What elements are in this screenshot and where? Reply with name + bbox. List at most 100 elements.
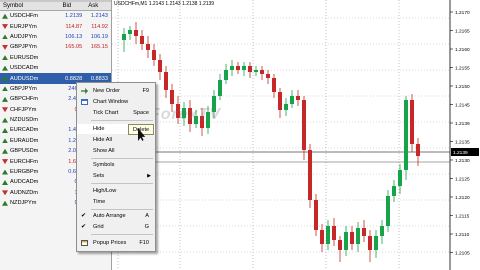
- menu-label: Hide All: [93, 137, 112, 143]
- menu-label: Time: [93, 199, 106, 205]
- price-up-icon: [2, 34, 8, 40]
- chart-header-text: USDCHFm,M1 1.2143 1.2143 1.2138 1.2139: [114, 1, 214, 7]
- price-tick-label: 1.2165: [455, 29, 470, 35]
- candle-body: [254, 70, 258, 72]
- price-up-icon: [2, 86, 8, 92]
- chart-background: [112, 0, 480, 270]
- price-tick-label: 1.2120: [455, 195, 470, 201]
- candle-body: [350, 232, 354, 244]
- price-up-icon: [2, 148, 8, 154]
- price-tick-label: 1.2125: [455, 177, 470, 183]
- candle-body: [158, 60, 162, 72]
- symbol-cell: GBPCHFm: [0, 96, 59, 102]
- menu-item-symbols[interactable]: Symbols: [77, 160, 155, 170]
- symbol-name: USDCADm: [10, 65, 39, 72]
- price-tick-label: 1.2155: [455, 66, 470, 72]
- candle-body: [152, 50, 156, 60]
- bid-column-header[interactable]: Bid: [59, 3, 85, 9]
- symbol-cell: AUDNZDm: [0, 190, 59, 196]
- price-up-icon: [2, 179, 8, 185]
- bid-cell: 0.8828: [65, 75, 83, 82]
- new-order-icon: [81, 88, 88, 94]
- price-down-icon: [2, 44, 8, 50]
- candle-body: [344, 232, 348, 250]
- bid-cell: 114.87: [65, 23, 83, 30]
- menu-item-sets[interactable]: Sets ▶: [77, 171, 155, 181]
- menu-shortcut: F9: [142, 88, 149, 94]
- checkmark-icon: ✔: [81, 213, 87, 219]
- market-watch-row[interactable]: EURUSDm: [0, 53, 111, 63]
- symbol-name: EURCADm: [10, 127, 39, 134]
- symbol-cell: USDCHFm: [0, 13, 59, 19]
- candle-body: [170, 90, 174, 104]
- symbol-cell: EURGBPm: [0, 169, 59, 175]
- menu-item-new-order[interactable]: New Order F9: [77, 86, 155, 96]
- candle-body: [338, 240, 342, 250]
- bid-label: 1.2139: [453, 150, 468, 156]
- menu-item-popup-prices[interactable]: Popup Prices F10: [77, 238, 155, 248]
- symbol-column-header[interactable]: Symbol: [0, 3, 59, 9]
- candle-body: [266, 74, 270, 78]
- menu-label: Sets: [93, 173, 105, 179]
- price-tick-label: 1.2115: [455, 214, 470, 220]
- ask-column-header[interactable]: Ask: [85, 3, 111, 9]
- candle-body: [314, 200, 318, 230]
- candle-body: [332, 226, 336, 240]
- symbol-name: GBPJPYm: [10, 44, 37, 51]
- price-tick-label: 1.2130: [455, 158, 470, 164]
- symbol-name: AUDUSDm: [10, 75, 39, 82]
- ask-cell: 1.2143: [90, 13, 108, 20]
- symbol-name: NZDJPYm: [10, 200, 37, 207]
- price-up-icon: [2, 117, 8, 123]
- price-up-icon: [2, 76, 8, 82]
- menu-item-chart-window[interactable]: Chart Window: [77, 97, 155, 107]
- menu-item-high-low[interactable]: High/Low: [77, 186, 155, 196]
- menu-label: Hide: [93, 126, 105, 132]
- candle-body: [398, 170, 402, 186]
- candle-body: [218, 80, 222, 96]
- symbol-name: EURCHFm: [10, 158, 38, 165]
- symbol-cell: AUDCADm: [0, 179, 59, 185]
- menu-label: Chart Window: [93, 99, 129, 105]
- symbol-name: EURAUDm: [10, 137, 39, 144]
- candle-body: [278, 92, 282, 110]
- menu-item-tick-chart[interactable]: Tick Chart Space: [77, 108, 155, 118]
- price-tick-label: 1.2150: [455, 84, 470, 90]
- submenu-arrow-icon: ▶: [147, 173, 151, 179]
- market-watch-row[interactable]: AUDJPYm 106.13 106.19: [0, 32, 111, 42]
- symbol-name: USDCHFm: [10, 13, 38, 20]
- popup-prices-icon: [81, 240, 88, 246]
- price-tick-label: 1.2105: [455, 251, 470, 257]
- price-tick-label: 1.2170: [455, 10, 470, 16]
- price-tick-label: 1.2135: [455, 140, 470, 146]
- price-tick-label: 1.2160: [455, 47, 470, 53]
- candle-body: [416, 144, 420, 156]
- ask-cell: 165.15: [90, 44, 108, 51]
- menu-separator: [91, 158, 153, 159]
- symbol-cell: EURUSDm: [0, 55, 59, 61]
- menu-separator: [91, 183, 153, 184]
- price-down-icon: [2, 159, 8, 165]
- candle-body: [290, 96, 294, 104]
- menu-item-time[interactable]: Time: [77, 197, 155, 207]
- candle-body: [260, 70, 264, 74]
- menu-item-auto-arrange[interactable]: ✔ Auto Arrange A: [77, 211, 155, 221]
- symbol-name: EURGBPm: [10, 169, 39, 176]
- candle-body: [164, 72, 168, 90]
- price-up-icon: [2, 13, 8, 19]
- price-chart[interactable]: USDCHFm,M1 1.2143 1.2143 1.2138 1.2139 1.…: [112, 0, 480, 270]
- ask-cell: 114.92: [91, 23, 108, 30]
- menu-item-show-all[interactable]: Show All: [77, 146, 155, 156]
- menu-separator: [91, 234, 153, 235]
- symbol-name: NZDUSDm: [10, 117, 38, 124]
- menu-label: High/Low: [93, 188, 117, 194]
- symbol-name: AUDJPYm: [10, 33, 37, 40]
- market-watch-row[interactable]: GBPJPYm 165.05 165.15: [0, 42, 111, 52]
- market-watch-row[interactable]: EURJPYm 114.87 114.92: [0, 21, 111, 31]
- symbol-name: GBPJPYm: [10, 85, 37, 92]
- market-watch-row[interactable]: USDCHFm 1.2139 1.2143: [0, 11, 111, 21]
- menu-item-grid[interactable]: ✔ Grid G: [77, 222, 155, 232]
- market-watch-row[interactable]: USDCADm: [0, 63, 111, 73]
- menu-shortcut: F10: [139, 240, 149, 246]
- chart-window-icon: [81, 99, 88, 105]
